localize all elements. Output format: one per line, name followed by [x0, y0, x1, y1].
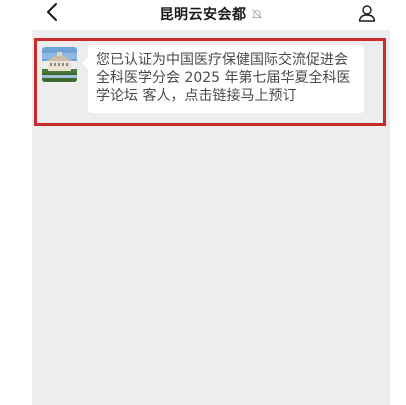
person-icon — [358, 4, 376, 26]
chat-message-area[interactable]: 您已认证为中国医疗保健国际交流促进会全科医学分会 2025 年第七届华夏全科医学… — [32, 30, 390, 405]
chat-header: 昆明云安会都 — [32, 0, 390, 30]
chat-screen: 昆明云安会都 您已认证为中国医疗保健国际交流促进会全科医学分会 2025 年第七… — [0, 0, 406, 405]
bell-off-icon — [251, 8, 263, 20]
profile-button[interactable] — [356, 4, 378, 26]
page-title: 昆明云安会都 — [159, 7, 247, 23]
header-title-group: 昆明云安会都 — [32, 4, 390, 24]
hotel-building-photo — [42, 47, 77, 82]
message-bubble[interactable]: 您已认证为中国医疗保健国际交流促进会全科医学分会 2025 年第七届华夏全科医学… — [82, 45, 364, 113]
avatar[interactable] — [42, 47, 77, 82]
